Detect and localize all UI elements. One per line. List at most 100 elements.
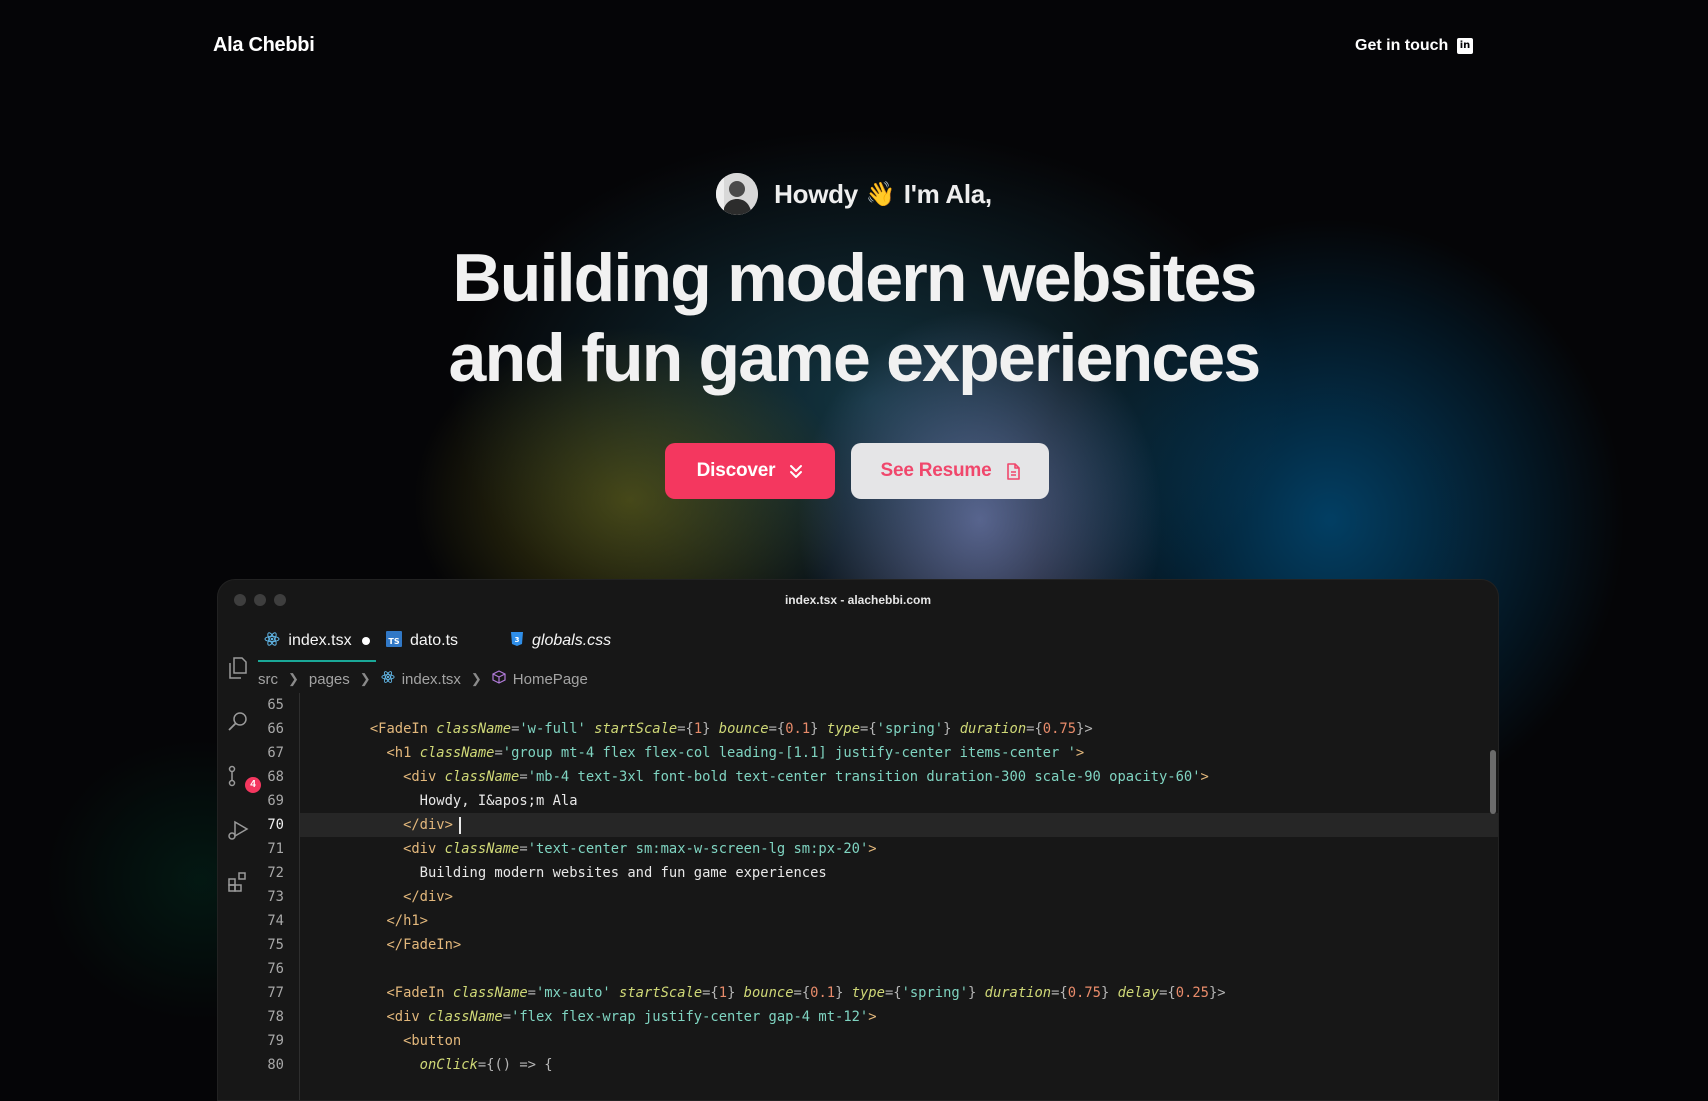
see-resume-button[interactable]: See Resume [851,443,1049,499]
tab-globals-css[interactable]: 3 globals.css [510,620,611,662]
code-token: className [452,985,528,1001]
code-line[interactable]: 68 <div className='mb-4 text-3xl font-bo… [218,765,1498,789]
code-line[interactable]: 75 </FadeIn> [218,933,1498,957]
line-number: 71 [267,841,284,857]
code-line[interactable]: 71 <div className='text-center sm:max-w-… [218,837,1498,861]
tab-index-tsx[interactable]: index.tsx [258,620,376,662]
greeting-name: I'm Ala, [903,178,992,209]
code-line[interactable]: 67 <h1 className='group mt-4 flex flex-c… [218,741,1498,765]
code-token: ={ [768,721,786,737]
code-token: > [1075,745,1085,761]
line-number: 70 [267,817,284,833]
code-token: bounce [710,721,769,737]
code-token: <div [320,1009,428,1025]
code-line[interactable]: 66 <FadeIn className='w-full' startScale… [218,717,1498,741]
code-token: ={ [1026,721,1043,737]
window-title: index.tsx - alachebbi.com [784,593,932,607]
code-text: <div className='flex flex-wrap justify-c… [320,1005,877,1029]
line-number: 73 [267,889,284,905]
discover-button[interactable]: Discover [665,443,835,499]
code-token: <FadeIn [320,985,453,1001]
code-line[interactable]: 69 Howdy, I&apos;m Ala [218,789,1498,813]
code-token: startScale [610,985,703,1001]
code-token: 0.25 [1175,985,1209,1001]
linkedin-icon[interactable]: in [1457,38,1473,54]
typescript-icon: TS [386,630,402,652]
explorer-icon[interactable] [226,656,250,680]
chevron-right-icon: ❯ [288,671,299,686]
chevron-right-icon: ❯ [359,671,371,686]
discover-label: Discover [696,460,776,481]
code-token: ={() => { [477,1057,553,1073]
greeting-howdy: Howdy [774,178,858,209]
greeting-row: Howdy 👋 I'm Ala, [0,173,1708,215]
get-in-touch-link[interactable]: Get in touch [1355,37,1448,55]
code-line[interactable]: 74 </h1> [218,909,1498,933]
code-line[interactable]: 79 <button [218,1029,1498,1053]
code-line[interactable]: 78 <div className='flex flex-wrap justif… [218,1005,1498,1029]
hero-headline: Building modern websites and fun game ex… [0,238,1708,398]
code-token: delay [1109,985,1160,1001]
avatar [716,173,759,215]
code-token: <FadeIn [320,721,437,737]
code-token: <h1 [320,745,420,761]
code-text: <div className='mb-4 text-3xl font-bold … [320,765,1209,789]
line-number: 74 [267,913,284,929]
code-token: > [868,1009,877,1025]
document-icon [1006,462,1020,480]
brand-name[interactable]: Ala Chebbi [213,34,315,57]
code-line[interactable]: 76 [218,957,1498,981]
code-token: type [843,985,885,1001]
breadcrumb-pages[interactable]: pages [309,671,350,688]
resume-label: See Resume [880,460,992,481]
code-token: = [502,1009,512,1025]
code-token: 0.75 [1042,721,1077,737]
breadcrumb-file[interactable]: index.tsx [402,671,461,688]
code-token: 'spring' [901,985,969,1001]
react-icon [381,670,395,688]
code-token: </div> [320,817,453,833]
code-line[interactable]: 72 Building modern websites and fun game… [218,861,1498,885]
code-token: className [436,721,512,737]
code-token: </FadeIn> [320,937,462,953]
code-token: <div [320,769,445,785]
tab-label: globals.css [532,632,612,649]
tab-dato-ts[interactable]: TS dato.ts [386,620,458,662]
chevron-right-icon: ❯ [470,671,482,686]
code-token: duration [976,985,1052,1001]
breadcrumb-src[interactable]: src [258,671,278,688]
code-line[interactable]: 65 [218,693,1498,717]
line-number: 76 [267,961,284,977]
line-number: 67 [267,745,284,761]
code-token: ={ [702,985,719,1001]
code-token: </div> [320,889,453,905]
code-line[interactable]: 80 onClick={() => { [218,1053,1498,1077]
line-number: 80 [267,1057,284,1073]
code-line[interactable]: 73 </div> [218,885,1498,909]
code-token: > [868,841,877,857]
code-token: }> [1208,985,1226,1001]
breadcrumb-symbol[interactable]: HomePage [513,671,588,688]
code-token: = [527,985,536,1001]
code-token: 'mb-4 text-3xl font-bold text-center tra… [527,769,1201,785]
line-number: 68 [267,769,284,785]
code-token: 0.1 [810,985,836,1001]
code-token: 'text-center sm:max-w-screen-lg sm:px-20… [527,841,869,857]
code-line[interactable]: 70 </div> [267,813,1498,837]
code-text: onClick={() => { [320,1053,553,1077]
code-token: = [494,745,503,761]
code-token: 'flex flex-wrap justify-center gap-4 mt-… [511,1009,869,1025]
unsaved-dot [361,637,370,645]
code-text: </h1> [320,909,428,933]
line-number: 79 [267,1033,284,1049]
vertical-scrollbar[interactable] [1490,750,1496,814]
code-line[interactable]: 77 <FadeIn className='mx-auto' startScal… [218,981,1498,1005]
code-text: Howdy, I&apos;m Ala [320,789,578,813]
code-token: </h1> [320,913,428,929]
code-token: ={ [677,721,694,737]
code-area[interactable]: 65 66 <FadeIn className='w-full' startSca… [218,693,1498,1077]
code-token: }> [1076,721,1093,737]
code-text: </div> [320,813,461,837]
code-text: <FadeIn className='mx-auto' startScale={… [320,981,1226,1005]
code-token: = [519,769,528,785]
